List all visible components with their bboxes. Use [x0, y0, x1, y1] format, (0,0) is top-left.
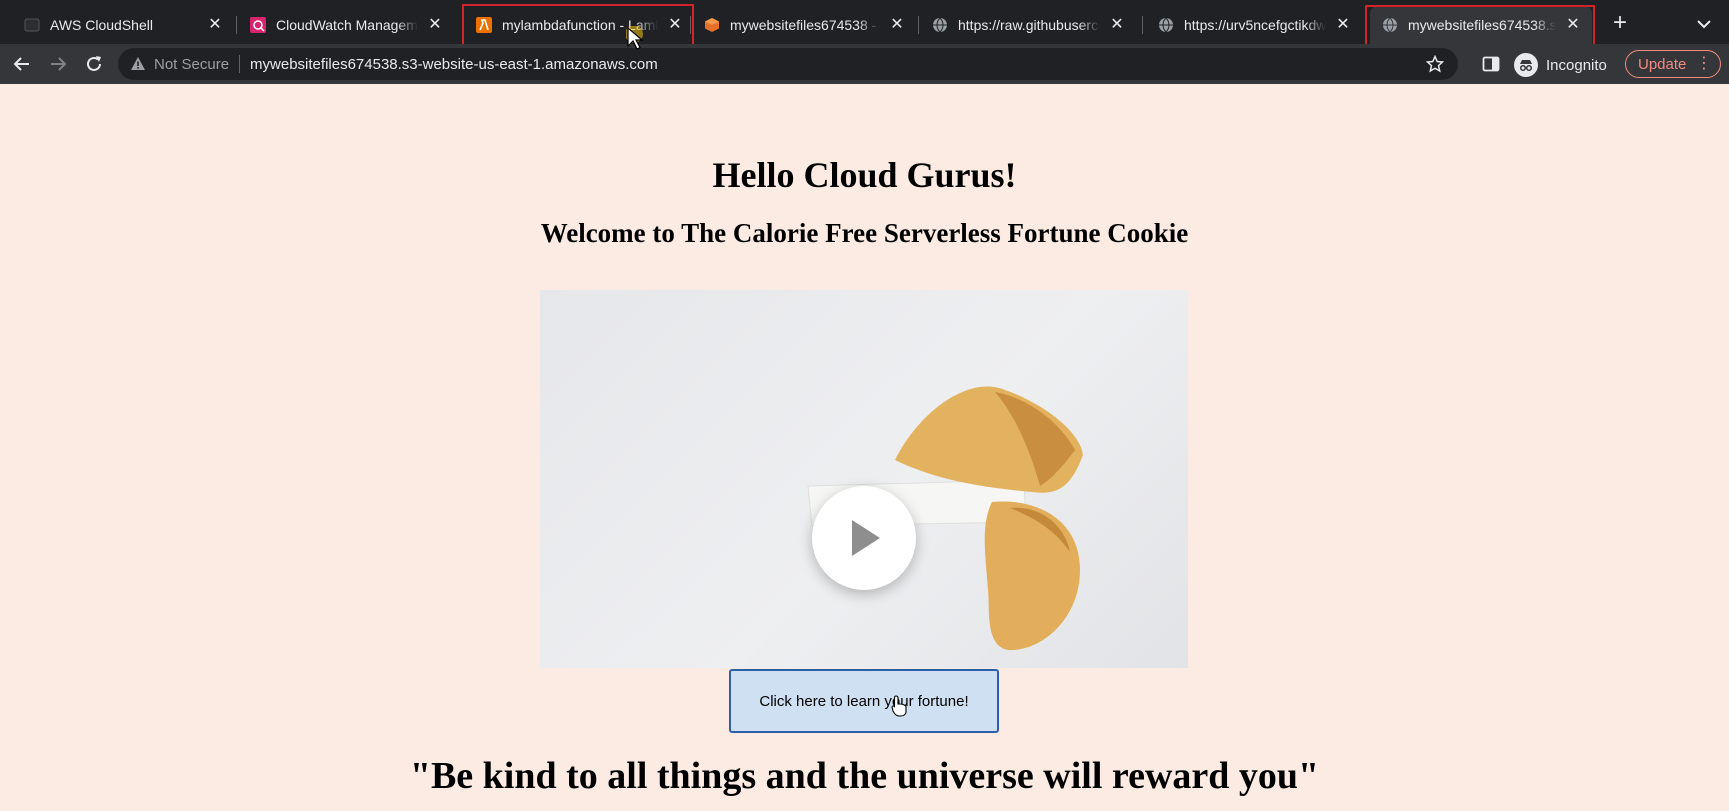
forward-arrow-icon — [51, 57, 67, 71]
tab-title: mywebsitefiles674538 - S3 bucket — [730, 17, 880, 33]
url-text[interactable]: mywebsitefiles674538.s3-website-us-east-… — [250, 56, 658, 73]
globe-icon — [932, 17, 948, 33]
warning-triangle-icon — [131, 57, 145, 70]
cloudwatch-icon — [250, 17, 266, 33]
back-button[interactable] — [8, 50, 36, 78]
kebab-menu-icon[interactable]: ⋮ — [1696, 54, 1712, 74]
address-divider — [239, 55, 241, 73]
address-bar[interactable]: Not Secure mywebsitefiles674538.s3-websi… — [118, 48, 1458, 80]
browser-toolbar: Not Secure mywebsitefiles674538.s3-websi… — [0, 44, 1729, 84]
globe-icon — [1158, 17, 1174, 33]
tab-title: https://raw.githubusercontent.com — [958, 17, 1100, 33]
tab-title: mywebsitefiles674538.s3-website — [1408, 17, 1556, 33]
close-tab-icon[interactable]: ✕ — [206, 16, 224, 34]
tab-separator — [236, 16, 237, 34]
fortune-message: "Be kind to all things and the universe … — [409, 755, 1320, 797]
tab-separator — [690, 16, 691, 34]
s3-bucket-icon — [704, 17, 720, 33]
tab-s3-bucket[interactable]: mywebsitefiles674538 - S3 bucket ✕ — [692, 6, 916, 44]
reload-icon — [87, 56, 101, 71]
tab-github-raw[interactable]: https://raw.githubusercontent.com ✕ — [920, 6, 1136, 44]
tab-separator — [1142, 16, 1143, 34]
incognito-icon — [1514, 53, 1538, 77]
page-subheading: Welcome to The Calorie Free Serverless F… — [540, 218, 1189, 248]
reload-button[interactable] — [80, 50, 108, 78]
fortune-cookie-image — [807, 386, 1083, 651]
tab-separator — [462, 16, 463, 34]
forward-button[interactable] — [44, 50, 72, 78]
learn-fortune-button[interactable]: Click here to learn your fortune! — [729, 669, 999, 733]
not-secure-label[interactable]: Not Secure — [154, 56, 229, 73]
close-tab-icon[interactable]: ✕ — [666, 16, 684, 34]
tab-title: mylambdafunction - Lambda — [502, 17, 658, 33]
aws-cloudshell-icon — [24, 17, 40, 33]
back-arrow-icon — [13, 57, 29, 71]
incognito-indicator[interactable]: Incognito — [1514, 52, 1607, 78]
tab-title: CloudWatch Management — [276, 17, 418, 33]
side-panel-icon[interactable] — [1482, 55, 1500, 73]
tab-title: AWS CloudShell — [50, 17, 153, 33]
tab-s3-website[interactable]: mywebsitefiles674538.s3-website ✕ — [1370, 6, 1592, 44]
tab-lambda[interactable]: mylambdafunction - Lambda ✕ — [464, 6, 694, 44]
bookmark-star-icon — [1426, 55, 1444, 73]
tab-search-icon[interactable] — [1692, 12, 1716, 36]
globe-icon — [1382, 17, 1398, 33]
close-tab-icon[interactable]: ✕ — [1108, 16, 1126, 34]
tab-separator — [918, 16, 919, 34]
new-tab-button[interactable]: + — [1606, 10, 1634, 38]
video-player[interactable] — [540, 290, 1188, 668]
incognito-label: Incognito — [1546, 56, 1607, 74]
tab-api-gateway-url[interactable]: https://urv5ncefgctikdwfv ✕ — [1146, 6, 1362, 44]
tab-strip: AWS CloudShell ✕ CloudWatch Management ✕… — [0, 0, 1729, 49]
tab-title: https://urv5ncefgctikdwfv — [1184, 17, 1326, 33]
aws-lambda-icon — [476, 17, 492, 33]
web-page: Hello Cloud Gurus! Welcome to The Calori… — [0, 84, 1729, 811]
tab-cloudwatch[interactable]: CloudWatch Management ✕ — [238, 6, 454, 44]
close-tab-icon[interactable]: ✕ — [1334, 16, 1352, 34]
play-button[interactable] — [812, 486, 916, 590]
update-label: Update — [1638, 55, 1687, 73]
tab-aws-cloudshell[interactable]: AWS CloudShell ✕ — [12, 6, 234, 44]
update-button[interactable]: Update ⋮ — [1625, 50, 1721, 78]
close-tab-icon[interactable]: ✕ — [1564, 16, 1582, 34]
page-heading: Hello Cloud Gurus! — [712, 155, 1017, 195]
play-icon — [852, 520, 880, 556]
close-tab-icon[interactable]: ✕ — [888, 16, 906, 34]
close-tab-icon[interactable]: ✕ — [426, 16, 444, 34]
